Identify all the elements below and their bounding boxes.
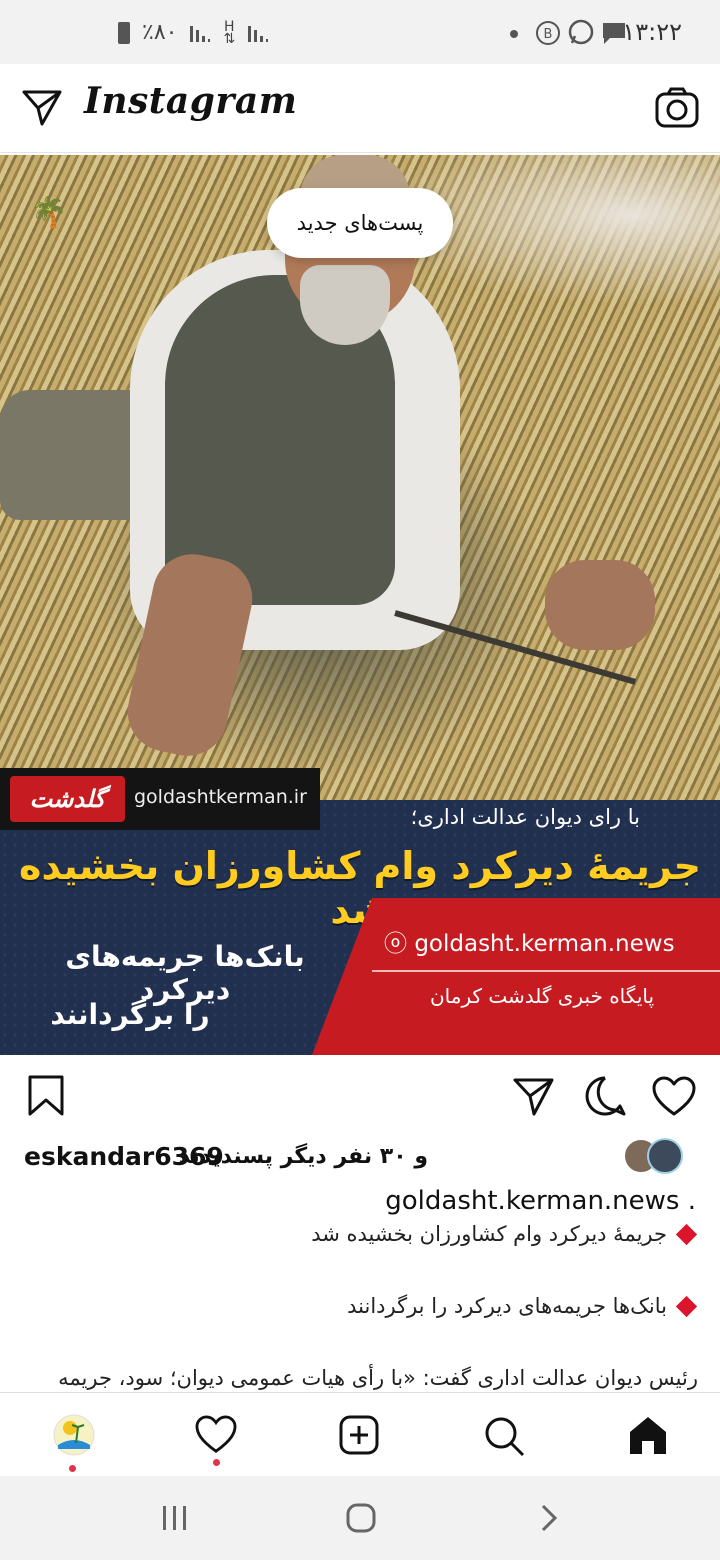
svg-text:B: B [544, 27, 553, 42]
caption-line-2: بانک‌ها جریمه‌های دیرکرد را برگردانند [347, 1294, 698, 1318]
app-logo: Instagram [84, 80, 298, 122]
post-image[interactable]: 🌴 پست‌های جدید با رای دیوان عدالت اداری؛… [0, 155, 720, 1055]
bookmark-icon[interactable] [26, 1074, 66, 1118]
banner-subheadline: با رای دیوان عدالت اداری؛ [410, 805, 640, 829]
app-header: Instagram [0, 64, 720, 153]
search-icon[interactable] [482, 1414, 526, 1458]
heart-icon[interactable] [194, 1415, 238, 1455]
banner-line-2: را برگردانند [50, 998, 210, 1031]
network-h-label: H [224, 18, 235, 35]
home-icon[interactable] [626, 1414, 670, 1456]
share-icon[interactable] [512, 1074, 556, 1118]
activity-notification-dot [213, 1459, 220, 1466]
avatar [647, 1138, 683, 1174]
site-url: goldashtkerman.ir [134, 786, 307, 808]
home-circle-icon[interactable] [345, 1502, 377, 1534]
liker-username[interactable]: eskandar6369 [24, 1142, 224, 1171]
comment-icon[interactable] [582, 1074, 628, 1118]
new-posts-pill[interactable]: پست‌های جدید [267, 188, 453, 258]
caption-username[interactable]: goldasht.kerman.news . [385, 1186, 696, 1216]
profile-avatar[interactable] [52, 1413, 96, 1457]
palm-tree-decoration: 🌴 [30, 195, 68, 230]
news-banner: با رای دیوان عدالت اداری؛ جریمۀ دیرکرد و… [0, 800, 720, 1055]
banner-red-panel: ⓞ goldasht.kerman.news پایگاه خبری گلدشت… [312, 898, 720, 1055]
add-post-icon[interactable] [338, 1414, 380, 1456]
recents-icon[interactable] [160, 1504, 190, 1532]
caption-line-1: جریمۀ دیرکرد وام کشاورزان بخشیده شد [311, 1222, 698, 1246]
battery-percent: ٪۸۰ [142, 20, 178, 45]
banner-divider [372, 970, 720, 972]
caption-line-2-text: بانک‌ها جریمه‌های دیرکرد را برگردانند [347, 1294, 667, 1318]
notification-dot-icon [510, 30, 518, 38]
back-icon[interactable] [538, 1502, 560, 1534]
status-time: ۱۳:۲۲ [622, 18, 682, 46]
farmer-hand-shape [545, 560, 655, 650]
signal-icon [248, 25, 269, 42]
caption-line-3: رئیس دیوان عدالت اداری گفت: «با رأی هیات… [58, 1366, 698, 1390]
site-logo: گلدشت [10, 776, 125, 822]
instagram-glyph-icon: ⓞ [384, 931, 415, 957]
whatsapp-icon [568, 19, 594, 45]
banner-agency-name: پایگاه خبری گلدشت کرمان [429, 984, 655, 1008]
b-icon: B [536, 21, 560, 45]
banner-instagram-row: ⓞ goldasht.kerman.news [384, 924, 675, 958]
bottom-nav [0, 1392, 720, 1477]
camera-icon[interactable] [654, 86, 700, 130]
message-icon [603, 23, 625, 44]
status-bar: ۱۳:۲۲ B ٪۸۰ H ⇅ [0, 0, 720, 64]
caption-line-1-text: جریمۀ دیرکرد وام کشاورزان بخشیده شد [311, 1222, 667, 1246]
battery-icon [118, 21, 130, 44]
direct-send-icon[interactable] [20, 86, 64, 130]
banner-instagram-handle: goldasht.kerman.news [414, 931, 675, 957]
status-left-group: ٪۸۰ H ⇅ [118, 18, 269, 47]
caption-line-3-text: رئیس دیوان عدالت اداری گفت: «با رأی هیات… [58, 1366, 698, 1390]
liker-avatars[interactable] [623, 1138, 683, 1174]
red-diamond-icon [675, 1223, 698, 1245]
banner-line-1: بانک‌ها جریمه‌های دیرکرد [65, 940, 305, 1006]
system-nav-bar [0, 1476, 720, 1560]
profile-notification-dot [69, 1465, 76, 1472]
like-heart-icon[interactable] [651, 1076, 697, 1118]
site-badge: گلدشت goldashtkerman.ir [0, 768, 320, 830]
signal-icon [190, 25, 211, 42]
network-type: H ⇅ [223, 18, 236, 47]
red-diamond-icon [675, 1295, 698, 1317]
